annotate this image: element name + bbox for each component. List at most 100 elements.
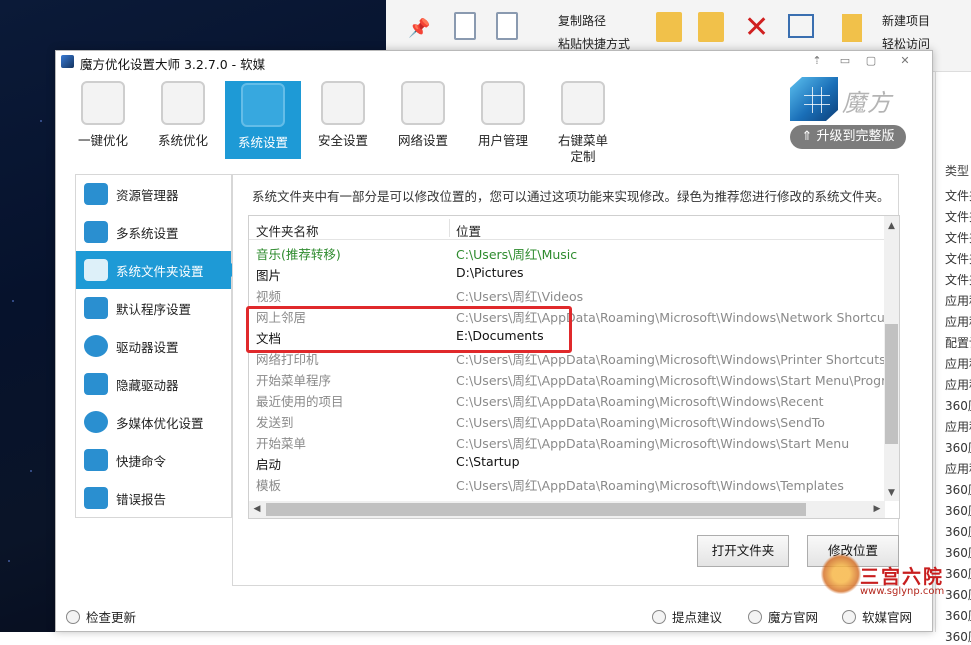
paste-icon[interactable] (496, 12, 518, 40)
mofang-site-link[interactable]: 魔方官网 (748, 607, 818, 626)
scroll-up-icon[interactable]: ▲ (884, 218, 899, 234)
list-item[interactable]: 应用程 (945, 460, 971, 477)
list-item[interactable]: 360压 (945, 481, 971, 498)
content-panel: 系统文件夹中有一部分是可以修改位置的，您可以通过这项功能来实现修改。绿色为推荐您… (232, 174, 900, 586)
vertical-scroll-thumb[interactable] (885, 324, 898, 444)
list-item[interactable]: 配置设 (945, 334, 971, 351)
open-folder-button[interactable]: 打开文件夹 (697, 535, 789, 567)
nav-label: 网络设置 (397, 133, 448, 148)
nav-one-click-optimize[interactable]: 一键优化 (65, 79, 141, 159)
skin-icon[interactable]: ⇡ (806, 53, 828, 69)
new-item-button[interactable]: 新建项目 (882, 12, 930, 29)
list-item[interactable]: 文件夹 (945, 250, 971, 267)
nav-security-settings[interactable]: 安全设置 (305, 79, 381, 159)
folder-path: C:\Users\周红\AppData\Roaming\Microsoft\Wi… (456, 478, 844, 493)
type-column-header[interactable]: 类型 (945, 162, 969, 179)
folder-name: 最近使用的项目 (256, 394, 344, 409)
delete-icon[interactable]: ✕ (744, 10, 769, 45)
list-item[interactable]: 360压 (945, 502, 971, 519)
table-row[interactable]: 音乐(推荐转移) C:\Users\周红\Music (249, 241, 885, 262)
list-item[interactable]: 360压 (945, 439, 971, 456)
minimize-icon[interactable]: ▭ (834, 53, 856, 69)
table-row[interactable]: 最近使用的项目 C:\Users\周红\AppData\Roaming\Micr… (249, 388, 885, 409)
nav-label: 安全设置 (317, 133, 368, 148)
globe-icon (748, 610, 762, 624)
column-header-location[interactable]: 位置 (456, 221, 481, 240)
mofang-site-label: 魔方官网 (768, 610, 819, 625)
nav-network-settings[interactable]: 网络设置 (385, 79, 461, 159)
nav-system-optimize[interactable]: 系统优化 (145, 79, 221, 159)
upgrade-button[interactable]: ⇑ 升级到完整版 (790, 125, 906, 149)
table-row[interactable]: 开始菜单 C:\Users\周红\AppData\Roaming\Microso… (249, 430, 885, 451)
table-row[interactable]: 图片 D:\Pictures (249, 262, 885, 283)
scroll-right-icon[interactable]: ▶ (869, 501, 885, 518)
list-item[interactable]: 应用程 (945, 355, 971, 372)
list-item[interactable]: 360压 (945, 607, 971, 624)
ruanmei-site-link[interactable]: 软媒官网 (842, 607, 912, 626)
new-folder-icon[interactable] (842, 14, 862, 42)
maximize-icon[interactable]: ▢ (860, 53, 882, 69)
sidebar-item-error-report[interactable]: 错误报告 (76, 479, 231, 517)
nav-system-settings[interactable]: 系统设置 (225, 81, 301, 159)
list-item[interactable]: 应用程 (945, 418, 971, 435)
watermark-name: 三宫六院 (860, 566, 945, 588)
hidden-drive-icon (84, 373, 108, 395)
copy-to-icon[interactable] (698, 12, 724, 42)
table-row[interactable]: 启动 C:\Startup (249, 451, 885, 472)
sidebar-item-drive-settings[interactable]: 驱动器设置 (76, 327, 231, 365)
check-update-link[interactable]: 检查更新 (66, 607, 136, 626)
move-to-icon[interactable] (656, 12, 682, 42)
folder-path: C:\Users\周红\AppData\Roaming\Microsoft\Wi… (456, 436, 850, 451)
suggest-link[interactable]: 提点建议 (652, 607, 722, 626)
title-bar[interactable]: 魔方优化设置大师 3.2.7.0 - 软媒 ⇡ ▭ ▢ ✕ (56, 51, 932, 73)
list-item[interactable]: 应用程 (945, 313, 971, 330)
nav-user-management[interactable]: 用户管理 (465, 79, 541, 159)
watermark: 三宫六院 www.sglynp.com (820, 546, 970, 602)
sidebar-item-multi-system[interactable]: 多系统设置 (76, 213, 231, 251)
folder-name: 图片 (256, 268, 282, 283)
sidebar-item-multimedia[interactable]: 多媒体优化设置 (76, 403, 231, 441)
sidebar-item-system-folders[interactable]: 系统文件夹设置 (76, 251, 239, 289)
table-row[interactable]: 模板 C:\Users\周红\AppData\Roaming\Microsoft… (249, 472, 885, 493)
sidebar-item-quick-commands[interactable]: 快捷命令 (76, 441, 231, 479)
column-divider[interactable] (449, 219, 450, 237)
sidebar-item-default-programs[interactable]: 默认程序设置 (76, 289, 231, 327)
scroll-down-icon[interactable]: ▼ (884, 485, 899, 501)
sidebar-item-label: 快捷命令 (116, 454, 167, 469)
list-item[interactable]: 360压 (945, 628, 971, 645)
shield-icon (321, 81, 365, 125)
sidebar-item-hide-drives[interactable]: 隐藏驱动器 (76, 365, 231, 403)
copy-icon[interactable] (454, 12, 476, 40)
nav-context-menu[interactable]: 右键菜单 定制 (545, 79, 621, 164)
scroll-left-icon[interactable]: ◀ (249, 501, 265, 518)
list-item[interactable]: 文件夹 (945, 208, 971, 225)
sidebar-item-label: 驱动器设置 (116, 340, 179, 355)
list-item[interactable]: 应用程 (945, 376, 971, 393)
system-folder-list[interactable]: 文件夹名称 位置 音乐(推荐转移) C:\Users\周红\Music 图片 D… (248, 215, 900, 519)
close-icon[interactable]: ✕ (894, 53, 916, 69)
folder-path: C:\Users\周红\Music (456, 247, 578, 262)
list-item[interactable]: 360压 (945, 397, 971, 414)
column-header-name[interactable]: 文件夹名称 (256, 221, 319, 240)
list-item[interactable]: 文件夹 (945, 229, 971, 246)
rocket-icon (81, 81, 125, 125)
pin-icon[interactable]: 📌 (408, 18, 430, 39)
list-item[interactable]: 文件夹 (945, 271, 971, 288)
horizontal-scrollbar[interactable]: ◀ ▶ (249, 501, 885, 518)
table-row[interactable]: 发送到 C:\Users\周红\AppData\Roaming\Microsof… (249, 409, 885, 430)
list-item[interactable]: 文件夹 (945, 187, 971, 204)
folder-name: 启动 (256, 457, 282, 472)
folder-path: C:\Users\周红\AppData\Roaming\Microsoft\Wi… (456, 373, 885, 388)
app-logo-icon (61, 55, 74, 68)
list-item[interactable]: 360压 (945, 523, 971, 540)
table-row[interactable]: 视频 C:\Users\周红\Videos (249, 283, 885, 304)
mofang-cube-logo (790, 77, 838, 121)
horizontal-scroll-thumb[interactable] (266, 503, 806, 516)
rename-icon[interactable] (788, 14, 814, 38)
table-row[interactable]: 开始菜单程序 C:\Users\周红\AppData\Roaming\Micro… (249, 367, 885, 388)
vertical-scrollbar[interactable]: ▲ ▼ (884, 216, 899, 501)
explorer-icon (84, 183, 108, 205)
copy-path-button[interactable]: 复制路径 (558, 12, 606, 29)
sidebar-item-explorer[interactable]: 资源管理器 (76, 175, 231, 213)
list-item[interactable]: 应用程 (945, 292, 971, 309)
